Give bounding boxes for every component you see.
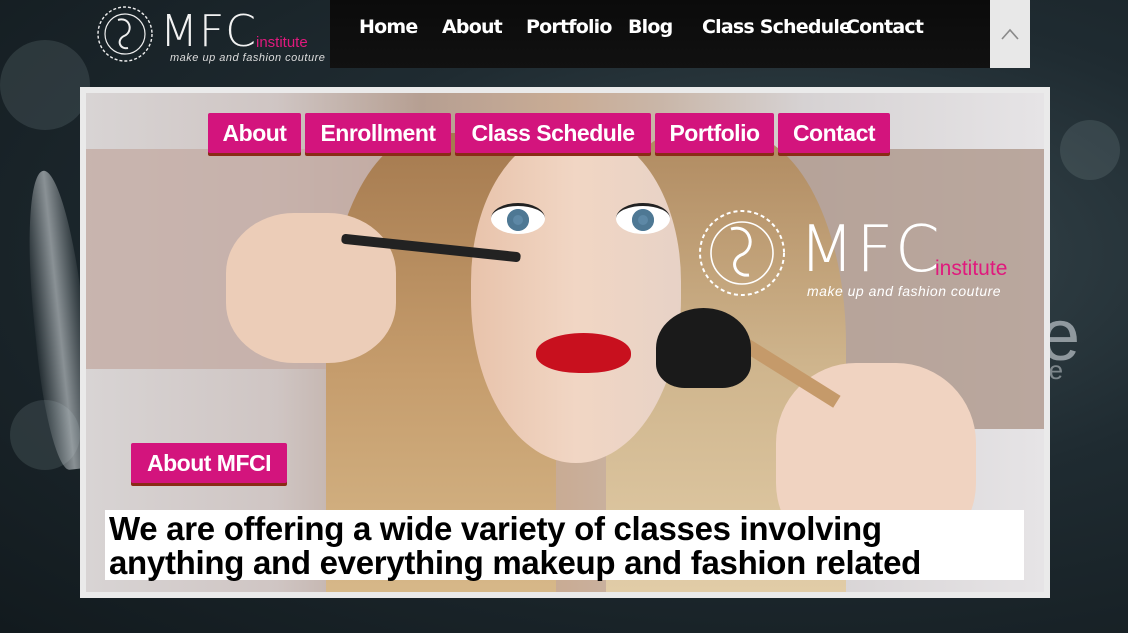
logo-tagline: make up and fashion couture — [170, 52, 326, 64]
hero-logo: MFC institute make up and fashion coutur… — [697, 205, 1037, 305]
about-mfci-button[interactable]: About MFCI — [131, 443, 287, 483]
nav-contact[interactable]: Contact — [846, 16, 924, 38]
hero-face — [471, 133, 681, 463]
hero-eye — [616, 203, 670, 234]
hero-logo-text: MFC — [799, 213, 942, 287]
background-bokeh — [0, 40, 90, 130]
nav-about[interactable]: About — [442, 16, 503, 38]
hero-caption-line: We are offering a wide variety of classe… — [109, 510, 882, 547]
nav-portfolio[interactable]: Portfolio — [526, 16, 612, 38]
hero-hand — [226, 213, 396, 363]
nav-class-schedule[interactable]: Class Schedule — [702, 16, 852, 38]
hero-nav-about[interactable]: About — [208, 113, 301, 153]
hero-caption-line: anything and everything makeup and fashi… — [109, 544, 921, 581]
nav-blog[interactable]: Blog — [628, 16, 673, 38]
hero-nav-enrollment[interactable]: Enrollment — [305, 113, 451, 153]
hero-logo-institute-text: institute — [935, 257, 1008, 280]
hero-nav-contact[interactable]: Contact — [778, 113, 890, 153]
logo-emblem-icon — [699, 210, 785, 296]
chevron-up-icon — [1001, 28, 1019, 40]
nav-home[interactable]: Home — [359, 16, 418, 38]
hero-logo-tagline: make up and fashion couture — [807, 283, 1002, 299]
logo-emblem-icon — [97, 6, 153, 62]
site-logo[interactable]: MFC institute make up and fashion coutur… — [90, 0, 330, 70]
hero-makeup-brush — [656, 308, 751, 388]
logo-institute-text: institute — [256, 34, 308, 51]
hero-caption: We are offering a wide variety of classe… — [105, 510, 1024, 580]
logo-text: MFC — [160, 6, 257, 57]
hero-eye — [491, 203, 545, 234]
background-bokeh — [1060, 120, 1120, 180]
hero-nav-portfolio[interactable]: Portfolio — [655, 113, 774, 153]
scroll-top-button[interactable] — [990, 0, 1030, 68]
hero-nav-class-schedule[interactable]: Class Schedule — [455, 113, 651, 153]
top-navigation: Home About Portfolio Blog Class Schedule… — [330, 0, 990, 68]
hero-lips — [536, 333, 631, 373]
